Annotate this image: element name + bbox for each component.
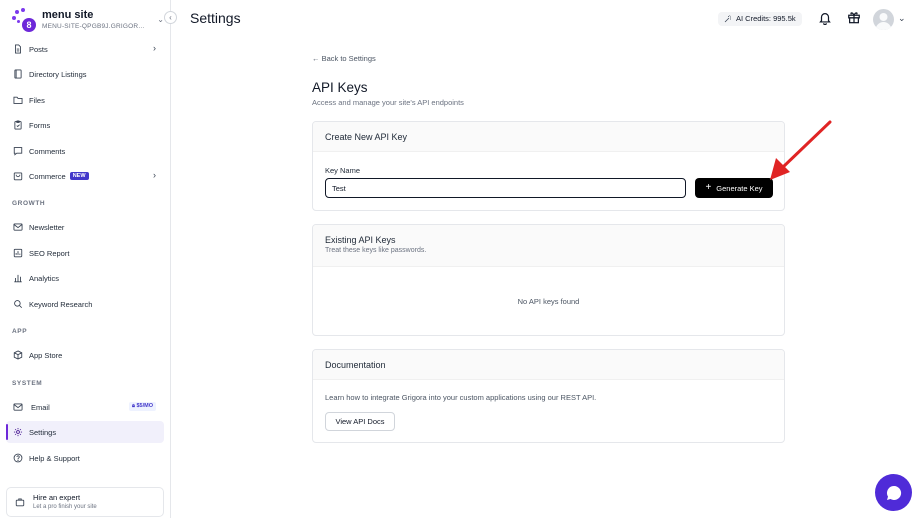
- documentation-card: Documentation Learn how to integrate Gri…: [312, 349, 785, 443]
- view-api-docs-button[interactable]: View API Docs: [325, 412, 395, 431]
- site-logo-badge: 8: [22, 18, 36, 32]
- sidebar-item-directory-listings[interactable]: Directory Listings: [6, 63, 164, 85]
- box-icon: [13, 350, 23, 360]
- sidebar-item-posts[interactable]: Posts ›: [6, 38, 164, 60]
- sidebar-item-settings[interactable]: Settings: [6, 421, 164, 443]
- folder-icon: [13, 96, 23, 104]
- chevron-down-icon[interactable]: ⌄: [898, 13, 906, 24]
- red-arrow-annotation: [770, 120, 832, 180]
- key-name-label: Key Name: [325, 166, 361, 175]
- site-slug: MENU-SITE-QPGB9J.GRIGOR...: [42, 23, 145, 30]
- chat-bubble-icon: [886, 485, 901, 500]
- documentation-text: Learn how to integrate Grigora into your…: [325, 393, 597, 402]
- document-icon: [15, 44, 21, 54]
- sidebar-item-analytics[interactable]: Analytics: [6, 267, 164, 289]
- new-badge: NEW: [69, 172, 89, 180]
- hire-expert-title: Hire an expert: [33, 492, 81, 502]
- clipboard-icon: [14, 120, 22, 130]
- section-system: SYSTEM: [12, 380, 43, 387]
- chevron-down-icon: ⌄: [157, 15, 164, 24]
- app-root: 8 menu site MENU-SITE-QPGB9J.GRIGOR... ⌄…: [0, 0, 920, 518]
- bell-icon[interactable]: [818, 11, 832, 25]
- sidebar-item-comments[interactable]: Comments: [6, 140, 164, 162]
- existing-api-keys-title: Existing API Keys: [325, 235, 396, 245]
- chat-support-button[interactable]: [875, 474, 912, 511]
- site-name: menu site: [42, 9, 94, 21]
- sidebar-item-commerce[interactable]: Commerce NEW ›: [6, 165, 164, 187]
- sidebar-item-seo-report[interactable]: SEO Report: [6, 242, 164, 264]
- gift-icon[interactable]: [847, 10, 861, 24]
- store-icon: [13, 172, 23, 181]
- sidebar-item-files[interactable]: Files: [6, 89, 164, 111]
- empty-state-message: No API keys found: [517, 297, 580, 306]
- sidebar-item-label: Commerce: [29, 171, 66, 181]
- chevron-right-icon: ›: [153, 170, 156, 180]
- sidebar-item-newsletter[interactable]: Newsletter: [6, 216, 164, 238]
- create-api-key-card: Create New API Key Key Name + Generate K…: [312, 121, 785, 211]
- ai-credits-text: AI Credits: 995.5k: [736, 14, 796, 23]
- mail-icon: [13, 403, 23, 411]
- create-api-key-title: Create New API Key: [325, 131, 408, 142]
- help-icon: [13, 453, 23, 463]
- sidebar-item-label: Analytics: [29, 273, 60, 283]
- price-badge: 🔒︎ $5/MO: [129, 402, 156, 411]
- sidebar-item-label: Email: [31, 402, 50, 412]
- sidebar-item-label: SEO Report: [29, 248, 70, 258]
- sidebar-item-forms[interactable]: Forms: [6, 114, 164, 136]
- section-app: APP: [12, 328, 28, 335]
- documentation-title: Documentation: [325, 359, 386, 370]
- sidebar-item-label: Settings: [29, 427, 57, 437]
- sidebar-item-label: Comments: [29, 146, 66, 156]
- sidebar-item-label: App Store: [29, 350, 63, 360]
- sidebar-item-email[interactable]: Email 🔒︎ $5/MO: [6, 396, 164, 418]
- existing-api-keys-card: Existing API Keys Treat these keys like …: [312, 224, 785, 336]
- ai-credits-badge[interactable]: AI Credits: 995.5k: [718, 12, 802, 26]
- briefcase-icon: [15, 498, 25, 507]
- back-to-settings-link[interactable]: ← Back to Settings: [312, 54, 376, 63]
- generate-key-button[interactable]: + Generate Key: [695, 178, 773, 198]
- section-growth: GROWTH: [12, 200, 46, 207]
- chat-icon: [13, 147, 23, 156]
- chevron-right-icon: ›: [153, 43, 156, 53]
- sidebar: 8 menu site MENU-SITE-QPGB9J.GRIGOR... ⌄…: [0, 0, 177, 518]
- sidebar-item-keyword-research[interactable]: Keyword Research: [6, 293, 164, 315]
- sidebar-item-app-store[interactable]: App Store: [6, 344, 164, 366]
- sidebar-item-label: Posts: [29, 44, 48, 54]
- search-icon: [14, 300, 23, 309]
- collapse-sidebar-button[interactable]: ‹: [164, 11, 177, 24]
- plus-icon: +: [705, 182, 712, 193]
- key-name-input[interactable]: [325, 178, 686, 198]
- page-title: Settings: [190, 10, 241, 26]
- sidebar-item-label: Directory Listings: [29, 69, 87, 79]
- bar-chart-icon: [14, 274, 22, 283]
- site-switcher[interactable]: 8 menu site MENU-SITE-QPGB9J.GRIGOR... ⌄: [12, 6, 164, 34]
- api-keys-subtitle: Access and manage your site's API endpoi…: [312, 98, 464, 107]
- mail-icon: [13, 223, 23, 231]
- hire-expert-subtitle: Let a pro finish your site: [33, 503, 97, 510]
- gear-icon: [13, 427, 23, 437]
- existing-api-keys-desc: Treat these keys like passwords.: [325, 247, 427, 254]
- magic-wand-icon: [724, 15, 731, 23]
- generate-key-label: Generate Key: [716, 183, 763, 193]
- report-icon: [13, 248, 23, 258]
- sidebar-item-help-support[interactable]: Help & Support: [6, 447, 164, 469]
- sidebar-item-label: Help & Support: [29, 453, 80, 463]
- sidebar-item-label: Files: [29, 95, 45, 105]
- sidebar-item-label: Keyword Research: [29, 299, 93, 309]
- api-keys-title: API Keys: [312, 80, 368, 95]
- site-logo-icon: 8: [12, 8, 36, 32]
- user-avatar[interactable]: [873, 9, 894, 30]
- hire-expert-card[interactable]: Hire an expert Let a pro finish your sit…: [6, 487, 164, 517]
- sidebar-item-label: Newsletter: [29, 222, 65, 232]
- sidebar-item-label: Forms: [29, 120, 51, 130]
- user-icon: [875, 13, 892, 30]
- book-icon: [14, 69, 22, 79]
